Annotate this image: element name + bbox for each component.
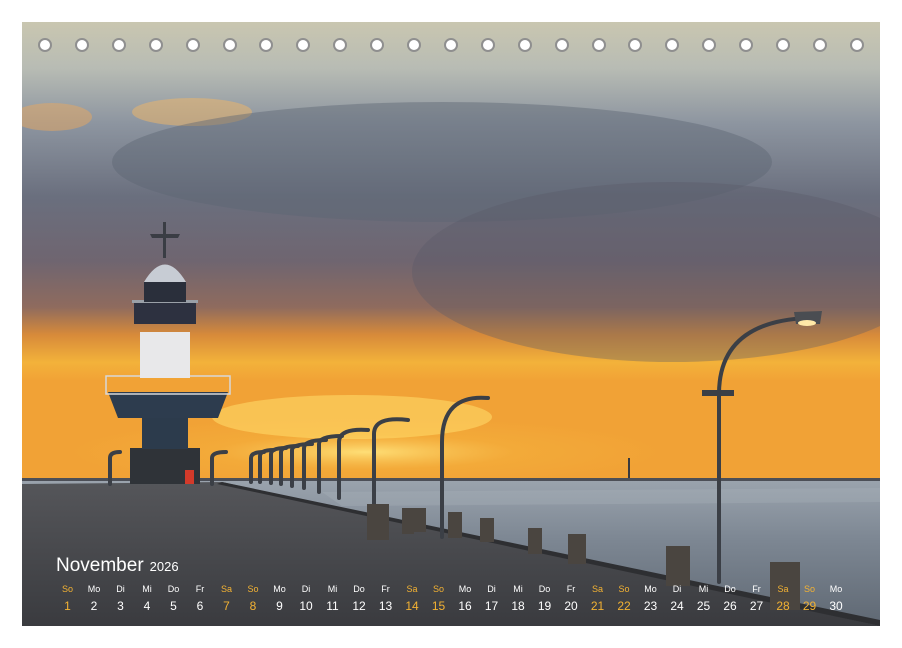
day-number: 21 — [590, 599, 605, 613]
day-number: 30 — [829, 599, 843, 613]
day-number: 1 — [64, 599, 71, 613]
weekday-label: Do — [724, 584, 736, 594]
weekday-label: Fr — [566, 584, 576, 594]
day-number: 23 — [643, 599, 658, 613]
month-year: 2026 — [149, 559, 179, 574]
weekday-label: Sa — [220, 584, 232, 594]
binding-hole — [480, 38, 495, 52]
day-number: 7 — [223, 599, 230, 613]
day-number: 26 — [723, 599, 737, 613]
weekday-label: Mo — [829, 584, 843, 594]
day-number: 6 — [196, 599, 204, 613]
weekday-label: So — [247, 584, 259, 594]
day-number: 3 — [117, 599, 124, 613]
weekday-label: Sa — [591, 584, 603, 594]
month-calendar: November 2026 So 1 Mo 2 Di 3 Mi 4 Do 5 Fr 6 Sa 7 So 8 Mo 9… — [54, 555, 854, 625]
day-number: 20 — [564, 599, 578, 613]
day-number: 27 — [749, 599, 764, 613]
binding-hole — [554, 38, 569, 52]
calendar-page: November 2026 So 1 Mo 2 Di 3 Mi 4 Do 5 Fr 6 Sa 7 So 8 Mo 9… — [0, 0, 902, 648]
binding-hole — [148, 38, 163, 52]
day-number: 15 — [431, 599, 446, 613]
binding-hole — [111, 38, 126, 52]
weekday-label: Di — [672, 584, 682, 594]
weekday-label: Fr — [752, 584, 761, 594]
weekday-label: Di — [116, 584, 125, 594]
weekday-label: Sa — [777, 584, 789, 594]
day-number: 24 — [670, 599, 684, 613]
binding-hole — [776, 38, 790, 52]
day-number: 12 — [352, 599, 366, 613]
weekday-label: So — [803, 584, 815, 594]
weekday-label: Mi — [698, 584, 709, 594]
binding-hole — [591, 38, 606, 52]
day-number: 11 — [326, 599, 339, 613]
weekday-label: Mo — [458, 584, 472, 594]
day-number: 25 — [696, 599, 711, 613]
weekday-label: Di — [487, 584, 496, 594]
weekday-label: Do — [353, 584, 365, 594]
binding-hole — [222, 38, 237, 52]
day-number: 4 — [143, 599, 151, 613]
binding-hole — [407, 38, 421, 52]
day-number: 8 — [249, 599, 257, 613]
weekday-label: Mo — [273, 584, 286, 594]
binding-hole — [812, 38, 827, 52]
day-number: 9 — [276, 599, 283, 613]
day-number: 29 — [802, 599, 817, 613]
binding-hole — [628, 38, 643, 52]
weekday-label: Mi — [142, 584, 152, 594]
day-number: 19 — [537, 599, 552, 613]
day-number: 22 — [617, 599, 631, 613]
day-number: 14 — [405, 599, 419, 613]
day-number: 13 — [378, 599, 393, 613]
binding-hole — [38, 38, 52, 52]
day-number: 28 — [776, 599, 790, 613]
weekday-label: So — [61, 584, 73, 594]
day-number: 18 — [511, 599, 525, 613]
weekday-label: Fr — [381, 584, 390, 594]
weekday-label: Fr — [195, 584, 205, 594]
weekday-label: Sa — [406, 584, 418, 594]
weekday-label: So — [432, 584, 444, 594]
weekday-label: Mo — [644, 584, 657, 594]
binding-hole — [259, 38, 274, 52]
binding-hole — [665, 38, 680, 52]
binding-hole — [517, 38, 532, 52]
weekday-label: Mo — [87, 584, 101, 594]
weekday-label: Mi — [513, 584, 523, 594]
weekday-label: Do — [167, 584, 180, 594]
binding-hole — [702, 38, 717, 52]
month-name: November — [56, 555, 144, 576]
spiral-binding — [22, 38, 880, 58]
day-number: 2 — [90, 599, 98, 613]
day-number: 10 — [299, 599, 313, 613]
weekday-label: So — [618, 584, 630, 594]
month-title: November 2026 — [56, 555, 179, 577]
binding-hole — [739, 38, 754, 52]
binding-hole — [333, 38, 348, 52]
weekday-label: Di — [301, 584, 311, 594]
binding-hole — [74, 38, 89, 52]
binding-hole — [370, 38, 385, 52]
binding-hole — [296, 38, 311, 52]
binding-hole — [849, 38, 864, 52]
calendar-photo — [22, 22, 880, 626]
binding-hole — [185, 38, 200, 52]
day-number: 16 — [458, 599, 472, 613]
weekday-label: Do — [538, 584, 551, 594]
day-number: 5 — [170, 599, 177, 613]
binding-hole — [443, 38, 458, 52]
weekday-label: Mi — [327, 584, 338, 594]
day-number: 17 — [484, 599, 499, 613]
